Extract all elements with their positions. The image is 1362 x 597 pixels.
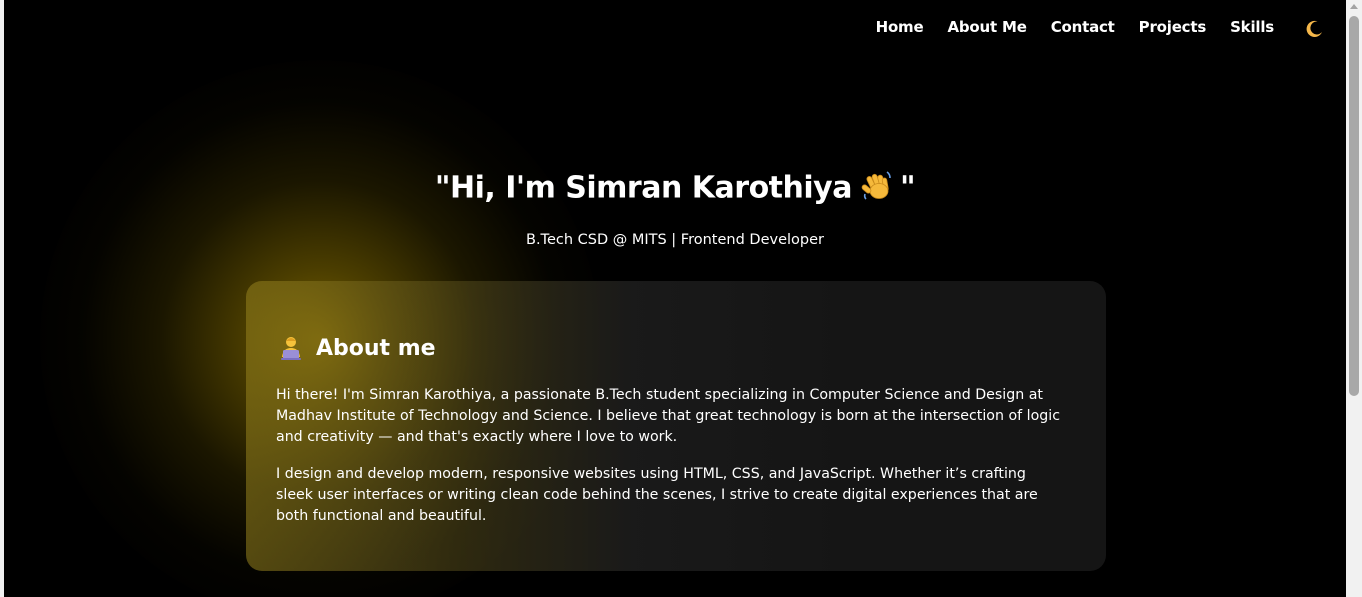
- about-heading-text: About me: [316, 335, 436, 361]
- window-left-edge: [0, 0, 4, 597]
- nav-skills[interactable]: Skills: [1230, 18, 1274, 36]
- nav-home[interactable]: Home: [876, 18, 924, 36]
- about-paragraph-1: Hi there! I'm Simran Karothiya, a passio…: [276, 387, 1061, 445]
- hero-title: "Hi, I'm Simran Karothiya ": [4, 168, 1346, 210]
- about-heading: About me: [278, 335, 436, 361]
- nav-projects[interactable]: Projects: [1139, 18, 1207, 36]
- about-paragraph-2: I design and develop modern, responsive …: [276, 466, 1038, 524]
- technologist-icon: [278, 335, 304, 361]
- hero-title-quote: ": [899, 170, 916, 206]
- waving-hand-icon: [860, 168, 894, 210]
- nav-contact[interactable]: Contact: [1051, 18, 1115, 36]
- top-nav: Home About Me Contact Projects Skills: [852, 15, 1324, 39]
- about-card: About me Hi there! I'm Simran Karothiya,…: [246, 281, 1106, 571]
- scrollbar-thumb[interactable]: [1349, 16, 1359, 396]
- hero-subtitle: B.Tech CSD @ MITS | Frontend Developer: [526, 232, 824, 248]
- scroll-up-arrow-icon[interactable]: [1350, 4, 1358, 9]
- hero-title-text: "Hi, I'm Simran Karothiya: [434, 170, 853, 206]
- nav-about-me[interactable]: About Me: [947, 18, 1026, 36]
- portfolio-page: Home About Me Contact Projects Skills "H…: [0, 0, 1362, 597]
- vertical-scrollbar[interactable]: [1346, 0, 1362, 597]
- moon-icon[interactable]: [1304, 19, 1324, 39]
